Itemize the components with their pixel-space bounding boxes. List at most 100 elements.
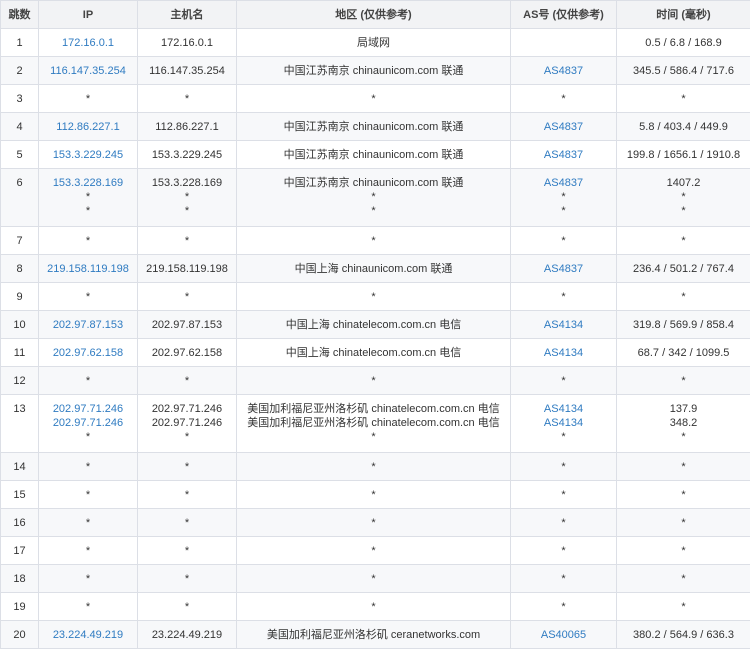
latency: * xyxy=(681,489,686,501)
table-row: 9 * * * * * xyxy=(0,282,750,311)
table-row: 10 202.97.87.153 202.97.87.153 中国上海 chinate… xyxy=(0,310,750,339)
as-number-link[interactable]: AS4134 xyxy=(511,416,616,430)
as-number-link[interactable]: AS4837 xyxy=(511,262,616,276)
hop-number: 5 xyxy=(16,149,23,161)
latency: * xyxy=(681,375,686,387)
hop-cell: 12 xyxy=(0,366,39,395)
hostname: 202.97.71.246 xyxy=(151,417,223,429)
as-number: * xyxy=(561,205,566,217)
region: * xyxy=(371,205,376,217)
hop-number: 8 xyxy=(16,263,23,275)
hop-cell: 18 xyxy=(0,564,39,593)
hostname-cell: * xyxy=(137,536,237,565)
as-cell: * xyxy=(510,282,617,311)
ip-link[interactable]: 153.3.229.245 xyxy=(39,148,137,162)
time-cell: 345.5 / 586.4 / 717.6 xyxy=(616,56,750,85)
hop-number: 13 xyxy=(13,403,26,415)
region-cell: * xyxy=(236,84,511,113)
region: * xyxy=(371,489,376,501)
hop-number: 16 xyxy=(13,517,26,529)
hop-cell: 4 xyxy=(0,112,39,141)
region: 美国加利福尼亚州洛杉矶 ceranetworks.com xyxy=(266,629,481,641)
hop-number: 3 xyxy=(16,93,23,105)
as-number-link[interactable]: AS4837 xyxy=(511,148,616,162)
as-cell: * xyxy=(510,564,617,593)
ip-cell: 112.86.227.1 xyxy=(38,112,138,141)
table-row: 4 112.86.227.1 112.86.227.1 中国江苏南京 chinauni… xyxy=(0,112,750,141)
hop-cell: 2 xyxy=(0,56,39,85)
hostname: * xyxy=(184,191,190,203)
ip-cell: 23.224.49.219 xyxy=(38,620,138,649)
region: * xyxy=(371,601,376,613)
ip-link[interactable]: 23.224.49.219 xyxy=(39,628,137,642)
table-header-row: 跳数 IP 主机名 地区 (仅供参考) AS号 (仅供参考) 时间 (毫秒) xyxy=(0,0,750,29)
hop-number: 6 xyxy=(16,177,23,189)
hostname: 23.224.49.219 xyxy=(151,629,223,641)
as-number-link[interactable]: AS4134 xyxy=(511,318,616,332)
table-row: 19 * * * * * xyxy=(0,592,750,621)
as-number-link[interactable]: AS4837 xyxy=(511,64,616,78)
ip-link[interactable]: 116.147.35.254 xyxy=(39,64,137,78)
latency: 0.5 / 6.8 / 168.9 xyxy=(645,37,722,49)
table-row: 5 153.3.229.245 153.3.229.245 中国江苏南京 chinau… xyxy=(0,140,750,169)
ip-link[interactable]: 219.158.119.198 xyxy=(39,262,137,276)
hostname-cell: * xyxy=(137,564,237,593)
ip-link[interactable]: 202.97.62.158 xyxy=(39,346,137,360)
hostname: 153.3.229.245 xyxy=(151,149,223,161)
region-cell: 中国江苏南京 chinaunicom.com 联通 xyxy=(236,56,511,85)
as-number-link[interactable]: AS4837 xyxy=(511,176,616,190)
as-cell: AS4134 xyxy=(510,310,617,339)
hop-number: 11 xyxy=(13,347,26,359)
ip-link[interactable]: 202.97.87.153 xyxy=(39,318,137,332)
hostname-cell: * xyxy=(137,84,237,113)
as-cell: * xyxy=(510,452,617,481)
hop-number: 20 xyxy=(13,629,26,641)
hostname-cell: * xyxy=(137,226,237,255)
as-number-link[interactable]: AS40065 xyxy=(511,628,616,642)
header-ip: IP xyxy=(38,0,138,29)
as-number-link[interactable]: AS4134 xyxy=(511,346,616,360)
ip-cell: * xyxy=(38,366,138,395)
time-cell: 68.7 / 342 / 1099.5 xyxy=(616,338,750,367)
as-number: * xyxy=(561,573,566,585)
latency: 380.2 / 564.9 / 636.3 xyxy=(633,629,734,641)
hop-cell: 15 xyxy=(0,480,39,509)
ip-cell: 172.16.0.1 xyxy=(38,28,138,57)
as-number-link[interactable]: AS4837 xyxy=(511,120,616,134)
as-number-link[interactable]: AS4134 xyxy=(511,402,616,416)
region-cell: * xyxy=(236,508,511,537)
as-number: * xyxy=(561,489,566,501)
table-row: 1 172.16.0.1 172.16.0.1 局域网 0.5 / 6.8 / 168.… xyxy=(0,28,750,57)
region: 中国江苏南京 chinaunicom.com 联通 xyxy=(283,177,464,189)
as-cell: AS4134 xyxy=(510,338,617,367)
hop-cell: 7 xyxy=(0,226,39,255)
hostname-cell: * xyxy=(137,592,237,621)
ip: * xyxy=(85,461,91,473)
time-cell: 199.8 / 1656.1 / 1910.8 xyxy=(616,140,750,169)
latency: 345.5 / 586.4 / 717.6 xyxy=(633,65,734,77)
table-row: 18 * * * * * xyxy=(0,564,750,593)
ip-link[interactable]: 202.97.71.246 xyxy=(39,416,137,430)
region-cell: 美国加利福尼亚州洛杉矶 chinatelecom.com.cn 电信 美国加利福尼… xyxy=(236,394,511,453)
ip-link[interactable]: 202.97.71.246 xyxy=(39,402,137,416)
ip: * xyxy=(85,517,91,529)
as-cell: * xyxy=(510,84,617,113)
ip-cell: * xyxy=(38,84,138,113)
table-row: 11 202.97.62.158 202.97.62.158 中国上海 chinate… xyxy=(0,338,750,367)
region-cell: 美国加利福尼亚州洛杉矶 ceranetworks.com xyxy=(236,620,511,649)
ip-cell: * xyxy=(38,592,138,621)
region-cell: * xyxy=(236,480,511,509)
region: 局域网 xyxy=(357,37,390,49)
hostname-cell: 153.3.229.245 xyxy=(137,140,237,169)
hostname: * xyxy=(184,93,190,105)
ip: * xyxy=(85,431,91,443)
table-row: 12 * * * * * xyxy=(0,366,750,395)
ip-link[interactable]: 172.16.0.1 xyxy=(39,36,137,50)
ip-link[interactable]: 153.3.228.169 xyxy=(39,176,137,190)
time-cell: * xyxy=(616,84,750,113)
table-row: 17 * * * * * xyxy=(0,536,750,565)
ip-link[interactable]: 112.86.227.1 xyxy=(39,120,137,134)
region: 美国加利福尼亚州洛杉矶 chinatelecom.com.cn 电信 xyxy=(247,417,500,429)
hostname-cell: * xyxy=(137,480,237,509)
hop-number: 4 xyxy=(16,121,23,133)
